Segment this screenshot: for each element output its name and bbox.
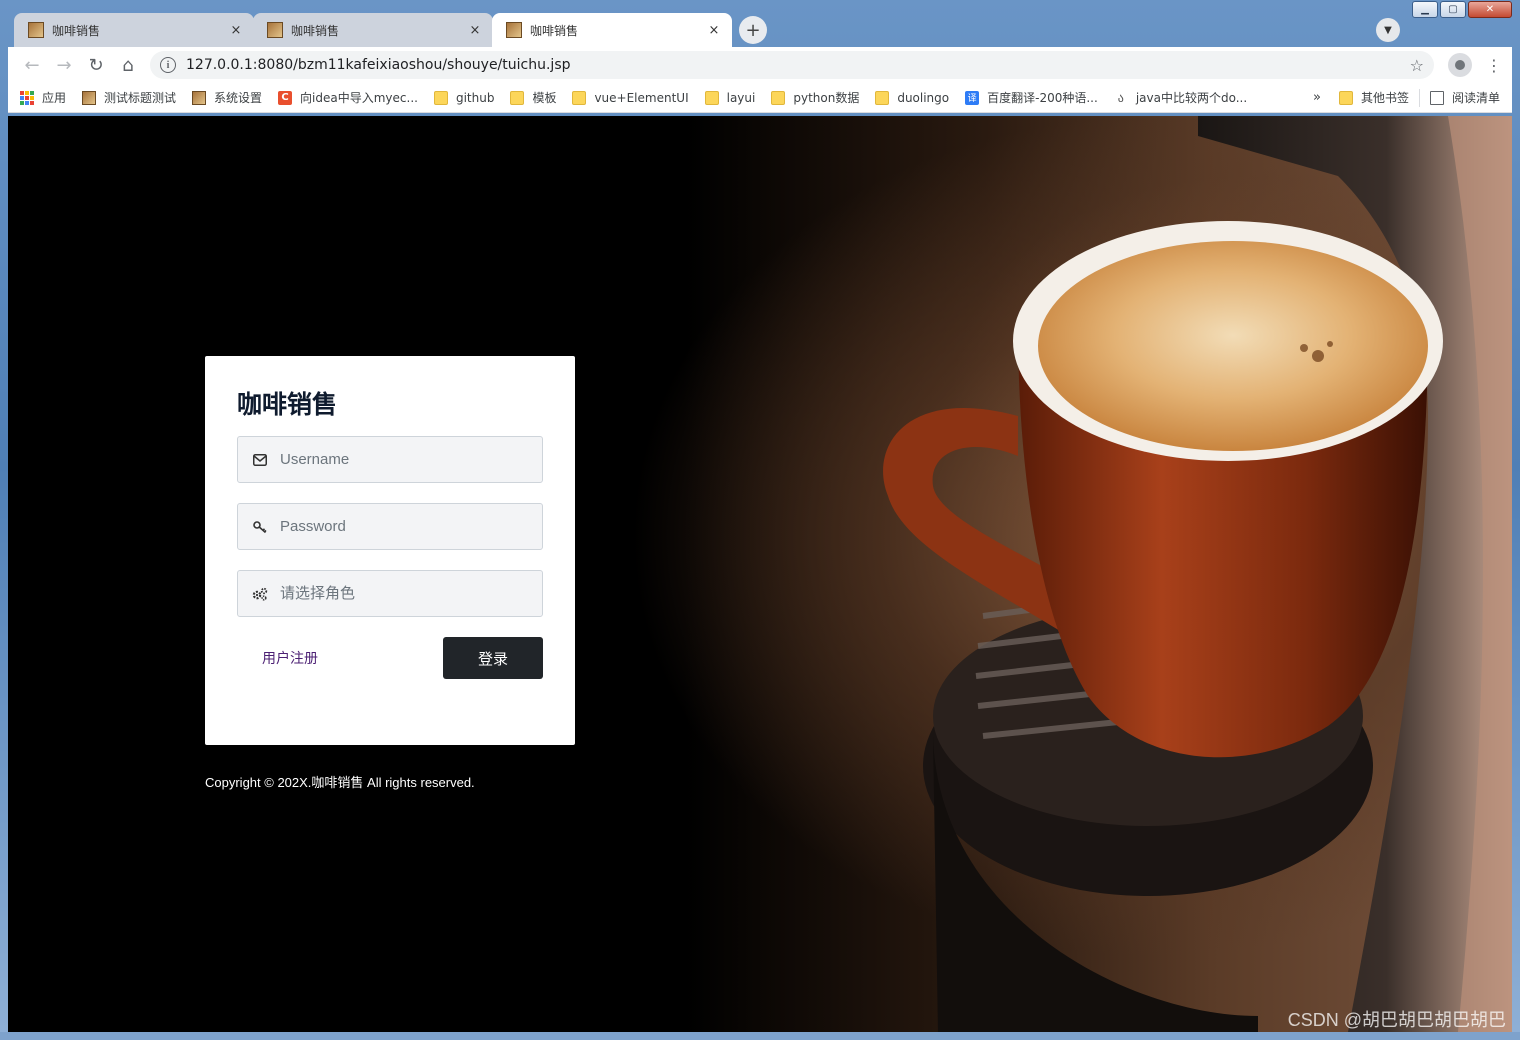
reading-list-icon xyxy=(1429,90,1444,105)
tab-strip: 咖啡销售 × 咖啡销售 × 咖啡销售 × + xyxy=(14,12,767,47)
site-info-icon[interactable]: i xyxy=(160,57,176,73)
tab-close-icon[interactable]: × xyxy=(467,23,483,38)
home-icon[interactable]: ⌂ xyxy=(112,49,144,81)
browser-toolbar: ← → ↻ ⌂ i 127.0.0.1:8080/bzm11kafeixiaos… xyxy=(8,47,1512,83)
bookmark-folder[interactable]: github xyxy=(433,90,495,105)
bookmark-folder[interactable]: 模板 xyxy=(510,89,556,106)
bookmark-folder[interactable]: vue+ElementUI xyxy=(572,90,689,105)
window-close-button[interactable]: ✕ xyxy=(1468,1,1512,18)
bookmark-folder[interactable]: layui xyxy=(704,90,756,105)
browser-window: ▁ ▢ ✕ 咖啡销售 × 咖啡销售 × 咖啡销售 × + ▼ ← → ↻ ⌂ i… xyxy=(0,0,1520,1040)
browser-tab-3[interactable]: 咖啡销售 × xyxy=(492,13,732,47)
page-viewport: 咖啡销售 用户注册 登录 xyxy=(8,116,1512,1032)
tab-title: 咖啡销售 xyxy=(530,23,579,38)
folder-icon xyxy=(433,90,448,105)
bookmark-label: 应用 xyxy=(42,91,67,105)
java-icon: ა xyxy=(1117,90,1124,105)
bookmark-label: github xyxy=(455,90,495,105)
bookmark-label: vue+ElementUI xyxy=(594,90,689,105)
folder-icon xyxy=(1338,90,1353,105)
bookmark-label: layui xyxy=(726,90,756,105)
site-icon xyxy=(192,90,207,105)
bookmarks-right: » 其他书签 阅读清单 xyxy=(1313,88,1500,107)
c-icon: C xyxy=(278,90,293,105)
bookmark-item[interactable]: 译 百度翻译-200种语... xyxy=(965,89,1098,106)
folder-icon xyxy=(875,90,890,105)
translate-icon: 译 xyxy=(965,90,980,105)
copyright-text: Copyright © 202X.咖啡销售 All rights reserve… xyxy=(205,775,475,790)
username-input[interactable] xyxy=(280,451,520,468)
login-actions: 用户注册 登录 xyxy=(237,637,543,679)
tab-close-icon[interactable]: × xyxy=(706,23,722,38)
bookmark-label: 其他书签 xyxy=(1360,91,1409,105)
cogs-icon xyxy=(252,586,268,602)
password-input[interactable] xyxy=(280,518,520,535)
username-field[interactable] xyxy=(237,436,543,483)
bookmark-label: 系统设置 xyxy=(214,91,263,105)
apps-icon xyxy=(20,90,34,105)
window-bottom-border xyxy=(0,1032,1520,1040)
browser-tab-2[interactable]: 咖啡销售 × xyxy=(253,13,493,47)
bookmarks-bar: 应用 测试标题测试 系统设置 C 向idea中导入myec... github … xyxy=(8,83,1512,113)
bookmark-label: 向idea中导入myec... xyxy=(300,91,418,105)
new-tab-button[interactable]: + xyxy=(739,16,767,44)
bookmark-item[interactable]: C 向idea中导入myec... xyxy=(278,89,418,106)
forward-icon[interactable]: → xyxy=(48,49,80,81)
folder-icon xyxy=(771,90,786,105)
favicon-icon xyxy=(28,22,44,38)
profile-avatar-icon[interactable] xyxy=(1448,53,1472,77)
more-bookmarks-icon[interactable]: » xyxy=(1313,90,1321,105)
bookmark-star-icon[interactable]: ☆ xyxy=(1410,56,1424,75)
favicon-icon xyxy=(506,22,522,38)
url-text[interactable]: 127.0.0.1:8080/bzm11kafeixiaoshou/shouye… xyxy=(186,57,1410,73)
login-button[interactable]: 登录 xyxy=(443,637,543,679)
back-icon[interactable]: ← xyxy=(16,49,48,81)
other-bookmarks[interactable]: 其他书签 xyxy=(1338,89,1409,106)
tab-title: 咖啡销售 xyxy=(52,23,101,38)
bookmark-folder[interactable]: python数据 xyxy=(771,89,859,106)
bookmark-folder[interactable]: duolingo xyxy=(875,90,950,105)
bookmark-label: 阅读清单 xyxy=(1451,91,1500,105)
tab-close-icon[interactable]: × xyxy=(228,23,244,38)
bookmark-item[interactable]: 系统设置 xyxy=(192,89,262,106)
reading-list[interactable]: 阅读清单 xyxy=(1429,89,1500,106)
folder-icon xyxy=(704,90,719,105)
folder-icon xyxy=(572,90,587,105)
key-icon xyxy=(252,519,268,535)
maximize-button[interactable]: ▢ xyxy=(1440,1,1466,18)
bookmark-label: 百度翻译-200种语... xyxy=(987,91,1098,105)
envelope-icon xyxy=(252,452,268,468)
bookmark-label: 测试标题测试 xyxy=(104,91,177,105)
bookmark-item[interactable]: 测试标题测试 xyxy=(82,89,176,106)
bookmark-item[interactable]: ა java中比较两个do... xyxy=(1114,89,1247,106)
register-link[interactable]: 用户注册 xyxy=(262,648,318,668)
role-select[interactable] xyxy=(237,570,543,617)
favicon-icon xyxy=(267,22,283,38)
reload-icon[interactable]: ↻ xyxy=(80,49,112,81)
login-card: 咖啡销售 用户注册 登录 xyxy=(205,356,575,745)
bookmark-apps[interactable]: 应用 xyxy=(20,89,66,106)
site-icon xyxy=(82,90,97,105)
minimize-button[interactable]: ▁ xyxy=(1412,1,1438,18)
bookmark-label: duolingo xyxy=(897,90,950,105)
tab-title: 咖啡销售 xyxy=(291,23,340,38)
browser-tab-1[interactable]: 咖啡销售 × xyxy=(14,13,254,47)
window-controls: ▁ ▢ ✕ xyxy=(1412,1,1512,18)
watermark-text: CSDN @胡巴胡巴胡巴胡巴 xyxy=(1287,1010,1506,1030)
folder-icon xyxy=(510,90,525,105)
address-bar[interactable]: i 127.0.0.1:8080/bzm11kafeixiaoshou/shou… xyxy=(150,51,1434,79)
bookmark-label: 模板 xyxy=(532,91,557,105)
menu-kebab-icon[interactable]: ⋮ xyxy=(1486,56,1502,75)
password-field[interactable] xyxy=(237,503,543,550)
role-input[interactable] xyxy=(280,585,520,602)
tab-search-icon[interactable]: ▼ xyxy=(1376,18,1400,42)
divider xyxy=(1418,88,1420,107)
login-title: 咖啡销售 xyxy=(237,390,338,419)
bookmark-label: java中比较两个do... xyxy=(1135,91,1248,105)
bookmark-label: python数据 xyxy=(793,91,860,105)
